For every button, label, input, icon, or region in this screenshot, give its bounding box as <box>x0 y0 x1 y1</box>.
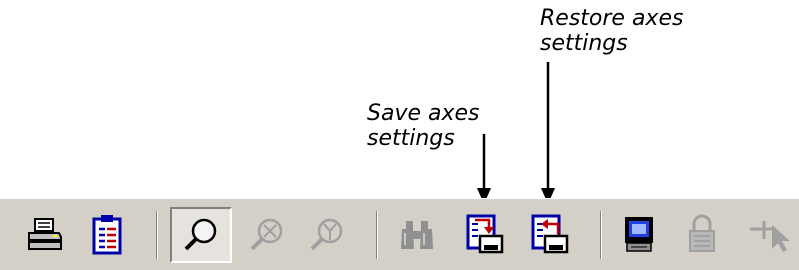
zoom-in-button[interactable] <box>170 207 232 263</box>
save-annotation-line2: settings <box>367 126 455 151</box>
printer-icon <box>28 218 62 250</box>
zoom-y-button[interactable] <box>302 209 352 261</box>
screenshot-canvas: Restore axes settings Save axes settings <box>0 0 799 270</box>
copy-options-button[interactable] <box>82 209 132 261</box>
cursor-button[interactable] <box>746 209 799 261</box>
restore-axes-icon <box>531 214 569 254</box>
magnifier-x-icon <box>250 218 283 251</box>
toolbar-separator <box>600 211 602 259</box>
save-axes-icon <box>466 214 504 254</box>
cursor-icon <box>750 221 790 252</box>
monitor-icon <box>625 217 653 252</box>
binoculars-icon <box>401 221 433 249</box>
find-button[interactable] <box>392 209 442 261</box>
restore-axes-annotation: Restore axes settings <box>540 6 683 56</box>
display-button[interactable] <box>614 209 664 261</box>
lock-button[interactable] <box>677 209 727 261</box>
clipboard-icon <box>92 215 122 255</box>
zoom-x-button[interactable] <box>242 209 292 261</box>
print-button[interactable] <box>20 209 70 261</box>
save-axes-annotation: Save axes settings <box>367 101 480 151</box>
toolbar-separator <box>376 211 378 259</box>
save-axes-button[interactable] <box>460 209 510 261</box>
figure-toolbar <box>0 198 799 270</box>
toolbar-separator <box>156 211 158 259</box>
restore-axes-button[interactable] <box>525 209 575 261</box>
magnifier-y-icon <box>310 218 343 251</box>
magnifier-zoom-icon <box>184 218 217 251</box>
restore-annotation-line1: Restore axes <box>540 6 684 31</box>
save-annotation-line1: Save axes <box>367 101 480 126</box>
lock-icon <box>689 214 715 252</box>
restore-annotation-line2: settings <box>540 31 628 56</box>
